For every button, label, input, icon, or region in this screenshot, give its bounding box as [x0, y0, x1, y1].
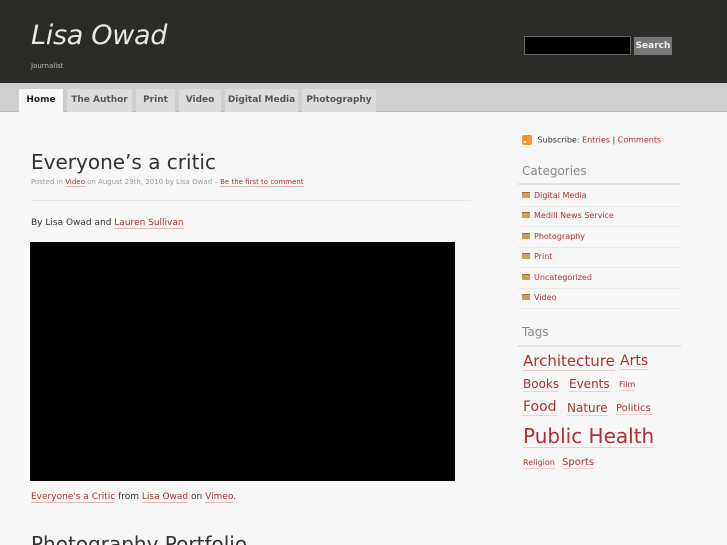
category-label: Photography: [534, 232, 585, 241]
posted-in-label: Posted in: [31, 178, 64, 186]
divider: [518, 345, 681, 347]
tags-heading: Tags: [522, 325, 549, 339]
tag-link-books[interactable]: Books: [523, 377, 560, 393]
category-link-digital-media[interactable]: Digital Media: [522, 191, 587, 200]
category-label: Digital Media: [534, 191, 587, 200]
post-meta: Posted in Video on August 29th, 2010 by …: [31, 178, 304, 187]
divider: [518, 226, 681, 227]
search-input[interactable]: [524, 36, 631, 55]
folder-icon: [522, 211, 530, 218]
post-category-link[interactable]: Video: [65, 178, 85, 187]
video-credit: Everyone's a Critic from Lisa Owad on Vi…: [31, 492, 237, 503]
tag-link-food[interactable]: Food: [523, 399, 557, 417]
tag-link-sports[interactable]: Sports: [562, 457, 595, 469]
video-player[interactable]: [30, 242, 455, 481]
folder-icon: [522, 293, 530, 300]
credit-end: .: [233, 492, 237, 502]
tag-link-nature[interactable]: Nature: [567, 401, 608, 417]
category-link-print[interactable]: Print: [522, 252, 552, 261]
video-author-link[interactable]: Lisa Owad: [141, 492, 189, 503]
tag-link-religion[interactable]: Religion: [523, 458, 555, 469]
subscribe-line: Subscribe: Entries | Comments: [522, 135, 661, 145]
categories-heading: Categories: [522, 164, 587, 178]
video-title-link[interactable]: Everyone's a Critic: [31, 492, 116, 503]
main-navigation: Home The Author Print Video Digital Medi…: [0, 83, 727, 112]
divider: [31, 200, 471, 201]
divider: [518, 267, 681, 268]
tag-link-architecture[interactable]: Architecture: [523, 353, 615, 371]
comment-link[interactable]: Be the first to comment: [220, 178, 304, 187]
tag-link-events[interactable]: Events: [569, 377, 610, 393]
vimeo-link[interactable]: Vimeo: [205, 492, 234, 503]
post-date-author: on August 29th, 2010 by Lisa Owad –: [87, 178, 218, 186]
nav-tab-print[interactable]: Print: [136, 89, 175, 112]
tag-link-politics[interactable]: Politics: [616, 403, 651, 415]
folder-icon: [522, 232, 530, 239]
nav-tab-video[interactable]: Video: [179, 89, 221, 112]
divider: [518, 288, 681, 289]
category-link-video[interactable]: Video: [522, 293, 556, 302]
divider: [518, 308, 681, 309]
credit-on: on: [191, 492, 203, 502]
category-link-uncategorized[interactable]: Uncategorized: [522, 273, 592, 282]
site-header: Lisa Owad Journalist Search: [0, 0, 727, 83]
subscribe-separator: |: [612, 135, 616, 145]
nav-tab-home[interactable]: Home: [19, 89, 63, 112]
post-byline: By Lisa Owad and Lauren Sullivan: [31, 218, 184, 229]
comments-feed-link[interactable]: Comments: [618, 136, 661, 145]
category-link-photography[interactable]: Photography: [522, 232, 585, 241]
tag-link-public-health[interactable]: Public Health: [523, 425, 655, 448]
category-link-medill-news-service[interactable]: Medill News Service: [522, 211, 614, 220]
next-post-title[interactable]: Photography Portfolio: [31, 532, 247, 545]
post-title[interactable]: Everyone’s a critic: [31, 150, 216, 174]
rss-icon: [522, 135, 532, 145]
category-label: Print: [534, 252, 553, 261]
credit-from: from: [118, 492, 140, 502]
divider: [518, 247, 681, 248]
nav-tab-the-author[interactable]: The Author: [67, 89, 132, 112]
byline-prefix: By Lisa Owad and: [31, 218, 112, 228]
folder-icon: [522, 252, 530, 259]
folder-icon: [522, 191, 530, 198]
entries-feed-link[interactable]: Entries: [582, 136, 610, 145]
nav-tab-digital-media[interactable]: Digital Media: [225, 89, 298, 112]
nav-tab-photography[interactable]: Photography: [302, 89, 376, 112]
category-label: Medill News Service: [534, 211, 614, 220]
folder-icon: [522, 273, 530, 280]
divider: [518, 206, 681, 207]
tag-link-film[interactable]: Film: [619, 380, 636, 391]
divider: [518, 183, 681, 185]
category-label: Uncategorized: [534, 273, 592, 282]
category-label: Video: [534, 293, 557, 302]
coauthor-link[interactable]: Lauren Sullivan: [114, 218, 184, 229]
site-tagline: Journalist: [31, 62, 64, 70]
site-title[interactable]: Lisa Owad: [31, 20, 167, 51]
tag-link-arts[interactable]: Arts: [620, 353, 649, 371]
subscribe-label: Subscribe:: [537, 135, 580, 145]
search-button[interactable]: Search: [634, 37, 672, 55]
